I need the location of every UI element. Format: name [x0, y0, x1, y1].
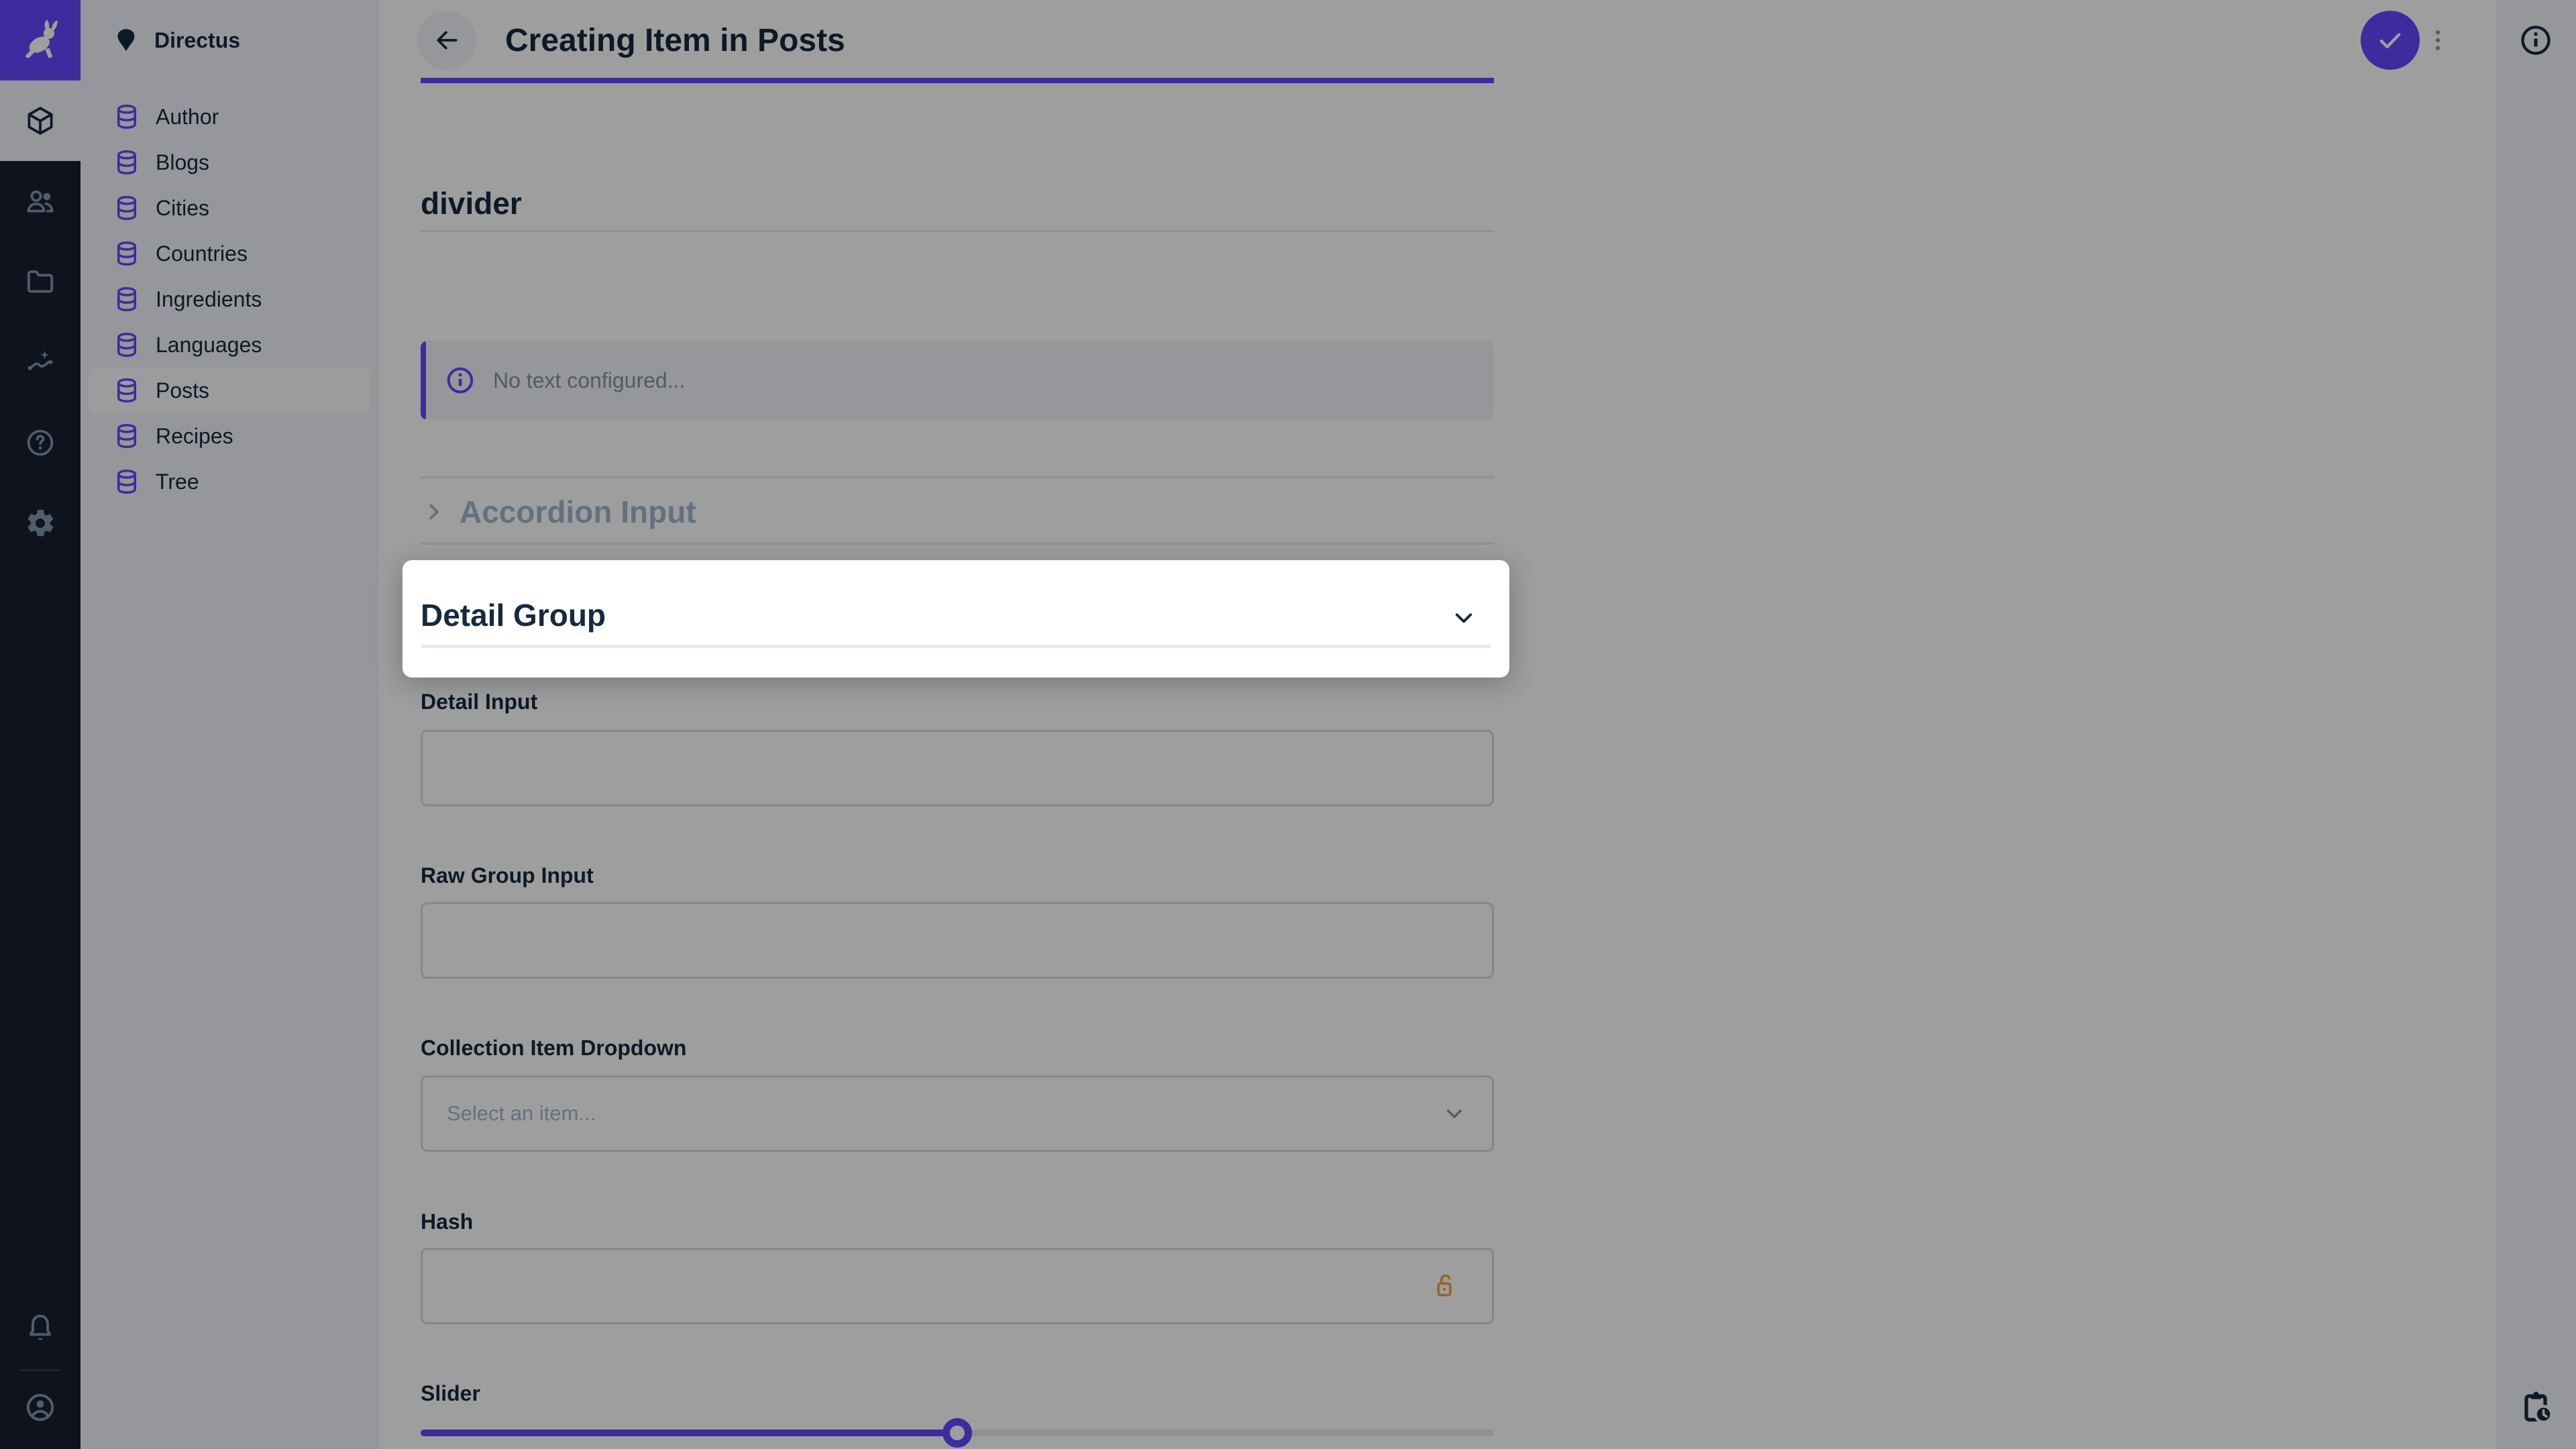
detail-group-divider	[421, 645, 1491, 648]
spotlight-overlay	[0, 0, 2576, 1449]
detail-group-label: Detail Group	[421, 597, 606, 633]
directus-app: Directus Author Blogs Cities Countries	[0, 0, 2576, 1449]
chevron-down-icon[interactable]	[1449, 603, 1479, 633]
detail-group-section[interactable]: Detail Group	[402, 560, 1509, 678]
